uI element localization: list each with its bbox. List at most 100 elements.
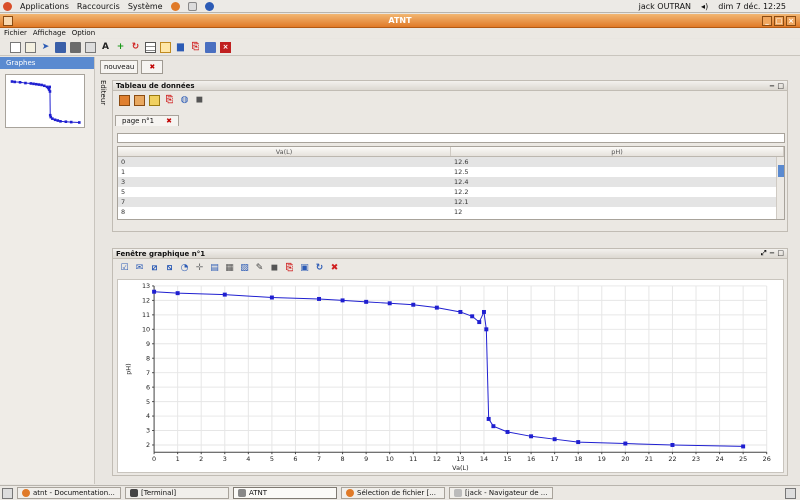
task-file-selection[interactable]: Sélection de fichier [... (341, 487, 445, 499)
bar-chart-icon[interactable]: ▆ (175, 42, 186, 53)
save-all-icon[interactable] (70, 41, 81, 53)
cell-ph[interactable]: 12.2 (451, 187, 784, 197)
cell-va[interactable]: 1 (118, 167, 451, 177)
add-icon[interactable]: + (115, 42, 126, 53)
plot-area[interactable]: 0 1 2 3 4 5 6 7 8 9 10 11 12 13 14 15 16 17 18 19 20 21 22 23 24… (117, 279, 784, 473)
graph-panel-controls-icon[interactable]: ⤢ − □ (761, 249, 787, 258)
print-graph-icon[interactable]: ◼ (269, 263, 280, 274)
font-icon[interactable]: A (100, 42, 111, 53)
cell-ph[interactable]: 12.6 (451, 157, 784, 167)
table-row[interactable]: 3 12.4 (118, 177, 784, 187)
x-tick-label: 0 (152, 455, 156, 463)
grid-toggle-icon[interactable]: ▦ (224, 263, 235, 274)
column-header-ph[interactable]: pH) (451, 147, 784, 156)
delete-row-icon[interactable] (134, 94, 145, 106)
insert-row-icon[interactable] (119, 94, 130, 106)
firefox-launcher-icon[interactable] (170, 1, 180, 11)
menu-raccourcis[interactable]: Raccourcis (77, 2, 120, 11)
pdf-icon[interactable]: ⎘ (190, 42, 201, 53)
thumbnail-data-point (32, 82, 35, 86)
cell-ph[interactable]: 12.5 (451, 167, 784, 177)
y-tick-label: 5 (146, 398, 150, 406)
delete-graph-icon[interactable]: ✖ (329, 263, 340, 274)
cell-ph[interactable]: 12.1 (451, 197, 784, 207)
grid-scroll-thumb[interactable] (778, 165, 784, 177)
chart-type-icon[interactable]: ▨ (239, 263, 250, 274)
brush-icon[interactable]: ✎ (254, 263, 265, 274)
crosshair-icon[interactable]: ✛ (194, 263, 205, 274)
cell-edit-field[interactable] (117, 133, 785, 143)
graph-curve-icon[interactable]: ✉ (134, 263, 145, 274)
help-launcher-icon[interactable] (204, 1, 214, 11)
table-row[interactable]: 0 12.6 (118, 157, 784, 167)
page-tab[interactable]: page n°1 ✖ (115, 114, 179, 126)
cell-ph[interactable]: 12 (451, 207, 784, 217)
window-titlebar[interactable]: ATNT _ □ × (0, 14, 800, 28)
close-page-icon[interactable]: ✖ (166, 117, 172, 125)
table-row[interactable]: 1 12.5 (118, 167, 784, 177)
task-file-browser[interactable]: [jack - Navigateur de ... (449, 487, 553, 499)
line-tool-icon[interactable]: ⧄ (149, 263, 160, 274)
task-atnt-documentation[interactable]: atnt - Documentation... (17, 487, 121, 499)
close-tab-button[interactable]: ✖ (141, 60, 164, 74)
graph-settings-icon[interactable]: ☑ (119, 263, 130, 274)
export-pdf-icon[interactable]: ⎘ (164, 95, 175, 106)
menu-fichier[interactable]: Fichier (4, 29, 27, 37)
clock[interactable]: dim 7 déc. 12:25 (718, 2, 786, 11)
menu-option[interactable]: Option (72, 29, 95, 37)
user-name[interactable]: jack OUTRAN (639, 2, 691, 11)
close-tool-icon[interactable]: × (220, 41, 231, 53)
workspace-switcher-icon[interactable] (770, 488, 781, 499)
cell-va[interactable]: 5 (118, 187, 451, 197)
save-icon[interactable] (55, 41, 66, 53)
menu-systeme[interactable]: Système (128, 2, 163, 11)
show-desktop-icon[interactable] (2, 487, 13, 499)
grid-scrollbar[interactable] (776, 157, 784, 219)
spreadsheet-icon[interactable] (160, 41, 171, 53)
cell-va[interactable]: 7 (118, 197, 451, 207)
data-grid[interactable]: Va(L) pH) 0 12.6 1 12.5 3 12.4 5 12.2 7 12.1 8 12 (117, 146, 785, 220)
task-terminal[interactable]: [Terminal] (125, 487, 229, 499)
edit-graph-icon[interactable]: ⧅ (164, 263, 175, 274)
table-row[interactable]: 8 12 (118, 207, 784, 217)
distro-logo-icon[interactable] (3, 1, 12, 11)
refresh-graph-icon[interactable]: ↻ (314, 263, 325, 274)
task-atnt[interactable]: ATNT (233, 487, 337, 499)
table-view-icon[interactable]: ▤ (209, 263, 220, 274)
table-row[interactable]: 5 12.2 (118, 187, 784, 197)
table-row[interactable]: 7 12.1 (118, 197, 784, 207)
mail-launcher-icon[interactable] (187, 1, 197, 11)
print-table-icon[interactable]: ◼ (194, 95, 205, 106)
menu-affichage[interactable]: Affichage (33, 29, 66, 37)
new-file-icon[interactable] (10, 41, 21, 53)
import-arrow-icon[interactable]: ➤ (40, 42, 51, 53)
column-header-va[interactable]: Va(L) (118, 147, 451, 156)
nouveau-button[interactable]: nouveau (100, 60, 139, 74)
trash-icon[interactable] (785, 487, 796, 499)
close-window-button[interactable]: × (786, 16, 796, 26)
cell-ph[interactable]: 12.4 (451, 177, 784, 187)
globe-icon[interactable]: ◍ (179, 95, 190, 106)
maximize-button[interactable]: □ (774, 16, 784, 26)
cell-va[interactable]: 3 (118, 177, 451, 187)
print-icon[interactable] (85, 41, 96, 53)
cell-va[interactable]: 0 (118, 157, 451, 167)
panel-controls-icon[interactable]: − □ (769, 82, 787, 90)
data-point (175, 291, 180, 296)
window-menu-icon[interactable] (3, 16, 13, 26)
clipboard-icon[interactable] (149, 94, 160, 106)
volume-icon[interactable]: ◂) (701, 2, 708, 11)
new-doc-icon[interactable] (25, 41, 36, 53)
zoom-icon[interactable]: ◔ (179, 263, 190, 274)
x-tick-label: 16 (527, 455, 535, 463)
refresh-icon[interactable]: ↻ (130, 42, 141, 53)
calculator-icon[interactable] (205, 41, 216, 53)
export-graph-pdf-icon[interactable]: ⎘ (284, 263, 295, 274)
cell-va[interactable]: 8 (118, 207, 451, 217)
menu-applications[interactable]: Applications (20, 2, 69, 11)
editor-strip[interactable]: Editeur (97, 78, 109, 128)
graph-thumbnail[interactable] (5, 74, 85, 128)
export-image-icon[interactable]: ▣ (299, 263, 310, 274)
minimize-button[interactable]: _ (762, 16, 772, 26)
table-icon[interactable] (145, 41, 156, 53)
